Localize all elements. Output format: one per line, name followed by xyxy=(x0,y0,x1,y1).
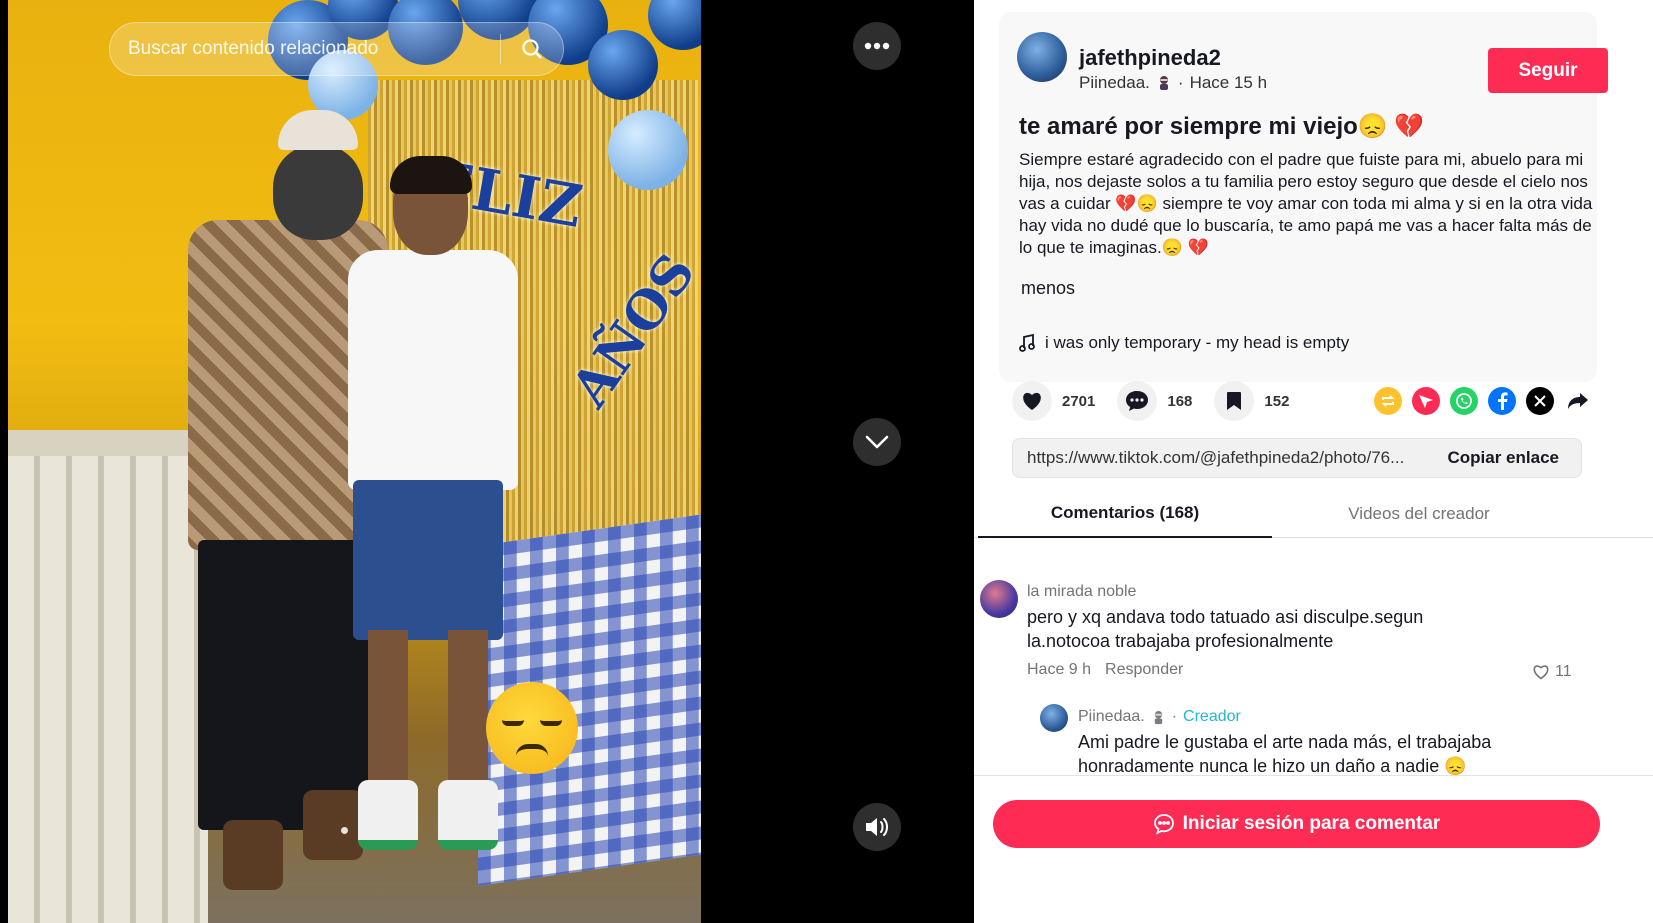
comment-meta: Hace 9 h Responder xyxy=(1027,661,1183,679)
like-button[interactable] xyxy=(1012,381,1052,421)
commenter-avatar[interactable] xyxy=(980,580,1018,618)
media-area: ELIZ AÑOS xyxy=(0,0,974,923)
comment-like-count: 11 xyxy=(1555,663,1572,680)
more-share-button[interactable] xyxy=(1564,387,1592,415)
comment-button[interactable] xyxy=(1117,381,1158,421)
tab-creator-videos[interactable]: Videos del creador xyxy=(1272,490,1566,538)
login-to-comment-button[interactable]: Iniciar sesión para comentar xyxy=(993,800,1600,848)
comment-login-bar: Iniciar sesión para comentar xyxy=(974,775,1653,923)
volume-icon xyxy=(866,818,888,836)
music-row[interactable]: i was only temporary - my head is empty xyxy=(1019,333,1349,353)
reply-text: Ami padre le gustaba el arte nada más, e… xyxy=(1078,732,1492,775)
save-button[interactable] xyxy=(1214,381,1255,421)
share-row xyxy=(1374,387,1592,415)
meta-separator: · xyxy=(1177,73,1184,92)
post-description: Siempre estaré agradecido con el padre q… xyxy=(1019,150,1593,257)
panel-tabs: Comentarios (168) Videos del creador xyxy=(974,490,1653,538)
next-post-button[interactable] xyxy=(853,418,901,466)
whatsapp-icon xyxy=(1456,393,1472,409)
description-card: jafethpineda2 Piinedaa. · Hace 15 h Segu… xyxy=(999,12,1608,382)
commenter-name[interactable]: la mirada noble xyxy=(1027,583,1136,601)
like-action[interactable]: 2701 xyxy=(1012,381,1095,421)
x-button[interactable] xyxy=(1526,387,1554,415)
author-avatar[interactable] xyxy=(1017,32,1067,82)
post-title: te amaré por siempre mi viejo😞 💔 xyxy=(1019,113,1425,140)
comment-like[interactable]: 11 xyxy=(1532,663,1572,681)
share-arrow-icon xyxy=(1568,393,1588,409)
post-time: Hace 15 h xyxy=(1189,73,1268,92)
copy-link-box: https://www.tiktok.com/@jafethpineda2/ph… xyxy=(1012,438,1582,478)
music-title: i was only temporary - my head is empty xyxy=(1045,333,1350,352)
author-meta: Piinedaa. · Hace 15 h xyxy=(1079,73,1267,93)
ninja-badge-icon xyxy=(1154,710,1162,724)
music-note-icon xyxy=(1019,334,1035,352)
show-less-button[interactable]: menos xyxy=(1021,278,1075,299)
tab-comments[interactable]: Comentarios (168) xyxy=(978,490,1272,538)
save-count: 152 xyxy=(1264,392,1290,410)
comment-action[interactable]: 168 xyxy=(1117,381,1192,421)
comment-bubble-icon xyxy=(1126,391,1149,411)
x-icon xyxy=(1534,395,1546,407)
whatsapp-button[interactable] xyxy=(1450,387,1478,415)
send-button[interactable] xyxy=(1412,387,1440,415)
action-bar: 2701 168 152 xyxy=(1012,380,1592,422)
facebook-button[interactable] xyxy=(1488,387,1516,415)
bookmark-icon xyxy=(1227,392,1242,410)
search-input[interactable] xyxy=(110,38,500,60)
like-count: 2701 xyxy=(1062,392,1096,410)
reply-button[interactable]: Responder xyxy=(1105,661,1183,679)
ninja-badge-icon xyxy=(1159,76,1168,90)
comment-time: Hace 9 h xyxy=(1027,661,1092,678)
comment-text: pero y xq andava todo tatuado asi discul… xyxy=(1027,607,1424,651)
repost-icon xyxy=(1381,395,1395,407)
detail-panel: jafethpineda2 Piinedaa. · Hace 15 h Segu… xyxy=(974,0,1653,923)
more-options-button[interactable] xyxy=(853,22,901,70)
comment-list: la mirada noble pero y xq andava todo ta… xyxy=(974,540,1653,775)
send-icon xyxy=(1419,395,1433,408)
reply-header: Piinedaa. · Creador xyxy=(1078,708,1241,726)
tiktok-photo-viewer: ELIZ AÑOS Buscar contenido relacionado j… xyxy=(0,0,1653,923)
follow-button[interactable]: Seguir xyxy=(1488,48,1608,93)
sad-face-emoji-sticker xyxy=(486,682,578,774)
heart-outline-icon xyxy=(1533,665,1549,680)
reply-separator: · xyxy=(1171,708,1178,725)
volume-button[interactable] xyxy=(853,803,901,851)
reply-username[interactable]: Piinedaa. xyxy=(1078,708,1145,726)
photo-page-indicator[interactable] xyxy=(341,827,348,834)
repost-button[interactable] xyxy=(1374,387,1402,415)
copy-link-button[interactable]: Copiar enlace xyxy=(1426,448,1582,468)
facebook-icon xyxy=(1498,392,1508,410)
search-icon xyxy=(522,39,542,59)
related-search-bar xyxy=(109,22,564,76)
login-label: Iniciar sesión para comentar xyxy=(1182,813,1441,834)
post-photo[interactable]: ELIZ AÑOS xyxy=(8,0,701,923)
author-username[interactable]: jafethpineda2 xyxy=(1079,45,1221,71)
heart-icon xyxy=(1023,392,1041,410)
reply-avatar[interactable] xyxy=(1040,704,1068,732)
search-button[interactable] xyxy=(501,22,563,76)
save-action[interactable]: 152 xyxy=(1214,381,1289,421)
chevron-down-icon xyxy=(865,435,889,449)
post-link-url[interactable]: https://www.tiktok.com/@jafethpineda2/ph… xyxy=(1013,448,1426,468)
comment-dots-icon xyxy=(1153,814,1174,835)
comment-count: 168 xyxy=(1167,392,1193,410)
more-dots-icon xyxy=(864,42,890,50)
creator-tag: Creador xyxy=(1183,708,1241,725)
author-nickname: Piinedaa. xyxy=(1079,73,1150,92)
